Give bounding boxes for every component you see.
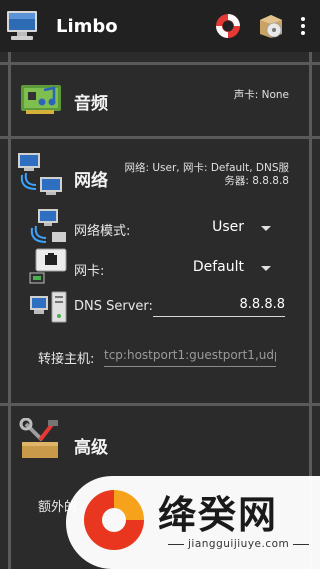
overflow-menu-icon[interactable] [300,17,306,35]
sound-card-icon [21,85,61,114]
watermark-text: 绛癸网 [158,493,279,537]
network-card-value[interactable]: Default [193,259,244,275]
network-card-icon [29,248,67,284]
network-icon [18,153,62,195]
network-summary-line: 网络: User, 网卡: Default, DNS服 [124,162,289,174]
chevron-down-icon[interactable] [261,226,271,231]
divider [8,62,11,138]
divider [8,136,11,406]
package-disc-icon[interactable] [257,12,285,40]
network-card-label: 网卡: [74,264,105,279]
audio-summary: 声卡: None [233,89,289,101]
app-title: Limbo [56,15,118,37]
dns-server-input[interactable]: 8.8.8.8 [153,297,285,317]
dns-server-icon [30,291,67,323]
divider [309,136,312,406]
lifebuoy-icon[interactable] [214,12,242,40]
divider [309,62,312,138]
network-summary: 网络: User, 网卡: Default, DNS服 务器: 8.8.8.8 [124,162,289,188]
divider [0,62,320,65]
watermark-logo-icon [84,490,144,550]
dns-server-label: DNS Server: [74,299,153,314]
app-bar: Limbo [0,0,320,52]
port-forward-label: 转接主机: [38,352,95,367]
chevron-down-icon[interactable] [261,266,271,271]
network-mode-label: 网络模式: [74,224,131,239]
network-mode-icon [30,209,66,243]
divider [0,136,320,139]
network-section-title: 网络 [74,171,108,191]
toolbox-icon [19,418,58,458]
port-forward-input[interactable]: tcp:hostport1:guestport1,udp: [104,348,276,367]
computer-icon[interactable] [4,8,40,44]
audio-section-title: 音频 [74,94,108,114]
advanced-section-title: 高级 [74,438,108,458]
network-mode-value[interactable]: User [212,219,244,235]
divider [8,403,11,569]
network-summary-line: 务器: 8.8.8.8 [224,175,289,187]
watermark-url: jiangguijiuye.com [164,538,313,550]
watermark: 绛癸网 jiangguijiuye.com [66,476,320,569]
divider [0,403,320,406]
